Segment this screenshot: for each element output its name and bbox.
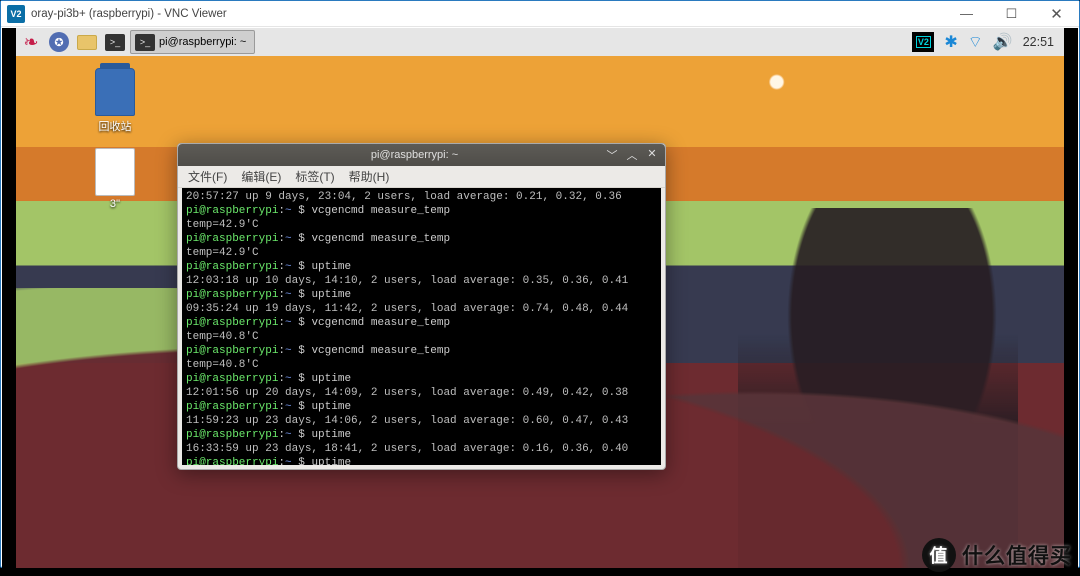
text-file-desktop-icon[interactable]: 3'' [80, 148, 150, 210]
vnc-titlebar[interactable]: V2 oray-pi3b+ (raspberrypi) - VNC Viewer… [1, 1, 1079, 27]
left-black-strip [2, 28, 16, 568]
remote-desktop[interactable]: ❧ ✪ >_ >_ pi@raspberrypi: ~ V2 ✱ ⌔ 🔊 22:… [2, 28, 1078, 568]
right-black-strip [1064, 28, 1078, 568]
watermark-badge-icon: 值 [922, 538, 956, 572]
terminal-maximize-button[interactable]: ︿ [625, 147, 639, 163]
watermark: 值 什么值得买 [922, 538, 1072, 572]
terminal-line: temp=42.9'C [186, 218, 657, 232]
globe-icon: ✪ [49, 32, 69, 52]
terminal-line: pi@raspberrypi:~ $ vcgencmd measure_temp [186, 204, 657, 218]
file-manager-launcher[interactable] [74, 30, 100, 54]
terminal-line: 20:57:27 up 9 days, 23:04, 2 users, load… [186, 190, 657, 204]
task-label: pi@raspberrypi: ~ [159, 36, 246, 48]
volume-icon[interactable]: 🔊 [993, 32, 1013, 52]
terminal-window[interactable]: pi@raspberrypi: ~ ﹀ ︿ ✕ 文件(F) 编辑(E) 标签(T… [177, 143, 666, 470]
terminal-titlebar[interactable]: pi@raspberrypi: ~ ﹀ ︿ ✕ [178, 144, 665, 166]
pi-menu-button[interactable]: ❧ [18, 30, 44, 54]
terminal-icon: >_ [105, 34, 125, 51]
terminal-line: pi@raspberrypi:~ $ vcgencmd measure_temp [186, 344, 657, 358]
terminal-line: 12:03:18 up 10 days, 14:10, 2 users, loa… [186, 274, 657, 288]
terminal-line: pi@raspberrypi:~ $ uptime [186, 400, 657, 414]
window-minimize-button[interactable]: — [944, 1, 989, 27]
pi-top-panel: ❧ ✪ >_ >_ pi@raspberrypi: ~ V2 ✱ ⌔ 🔊 22:… [16, 28, 1064, 56]
terminal-line: 09:35:24 up 19 days, 11:42, 2 users, loa… [186, 302, 657, 316]
terminal-line: 16:33:59 up 23 days, 18:41, 2 users, loa… [186, 442, 657, 456]
terminal-launcher[interactable]: >_ [102, 30, 128, 54]
wifi-icon[interactable]: ⌔ [968, 32, 983, 52]
terminal-line: temp=40.8'C [186, 330, 657, 344]
terminal-line: temp=42.9'C [186, 246, 657, 260]
terminal-line: pi@raspberrypi:~ $ vcgencmd measure_temp [186, 316, 657, 330]
terminal-menubar: 文件(F) 编辑(E) 标签(T) 帮助(H) [178, 166, 665, 188]
terminal-line: 11:59:23 up 23 days, 14:06, 2 users, loa… [186, 414, 657, 428]
vnc-app-icon: V2 [7, 5, 25, 23]
trash-icon [95, 68, 135, 116]
menu-file[interactable]: 文件(F) [188, 168, 227, 185]
window-close-button[interactable]: ✕ [1034, 1, 1079, 27]
menu-help[interactable]: 帮助(H) [349, 168, 390, 185]
menu-edit[interactable]: 编辑(E) [241, 168, 281, 185]
bluetooth-icon[interactable]: ✱ [944, 32, 957, 52]
vnc-viewer-window: V2 oray-pi3b+ (raspberrypi) - VNC Viewer… [0, 0, 1080, 568]
file-icon [95, 148, 135, 196]
terminal-line: temp=40.8'C [186, 358, 657, 372]
raspberry-icon: ❧ [23, 32, 38, 53]
terminal-line: pi@raspberrypi:~ $ uptime [186, 288, 657, 302]
terminal-title-text: pi@raspberrypi: ~ [224, 149, 605, 161]
terminal-line: 12:01:56 up 20 days, 14:09, 2 users, loa… [186, 386, 657, 400]
system-tray: V2 ✱ ⌔ 🔊 22:51 [912, 28, 1058, 56]
file-label: 3'' [80, 198, 150, 210]
trash-desktop-icon[interactable]: 回收站 [80, 68, 150, 134]
window-maximize-button[interactable]: ☐ [989, 1, 1034, 27]
terminal-close-button[interactable]: ✕ [645, 147, 659, 163]
terminal-line: pi@raspberrypi:~ $ uptime [186, 372, 657, 386]
terminal-line: pi@raspberrypi:~ $ uptime [186, 456, 657, 465]
terminal-icon: >_ [135, 34, 155, 51]
watermark-text: 什么值得买 [962, 540, 1072, 570]
terminal-line: pi@raspberrypi:~ $ uptime [186, 428, 657, 442]
trash-label: 回收站 [80, 118, 150, 134]
panel-clock[interactable]: 22:51 [1023, 35, 1058, 49]
vnc-title-text: oray-pi3b+ (raspberrypi) - VNC Viewer [31, 8, 944, 20]
web-browser-launcher[interactable]: ✪ [46, 30, 72, 54]
vnc-server-tray-icon[interactable]: V2 [912, 32, 934, 52]
folder-icon [77, 35, 97, 50]
terminal-line: pi@raspberrypi:~ $ uptime [186, 260, 657, 274]
menu-tabs[interactable]: 标签(T) [295, 168, 334, 185]
terminal-minimize-button[interactable]: ﹀ [605, 147, 619, 163]
taskbar-terminal-entry[interactable]: >_ pi@raspberrypi: ~ [130, 30, 255, 54]
terminal-body[interactable]: 20:57:27 up 9 days, 23:04, 2 users, load… [182, 188, 661, 465]
terminal-line: pi@raspberrypi:~ $ vcgencmd measure_temp [186, 232, 657, 246]
